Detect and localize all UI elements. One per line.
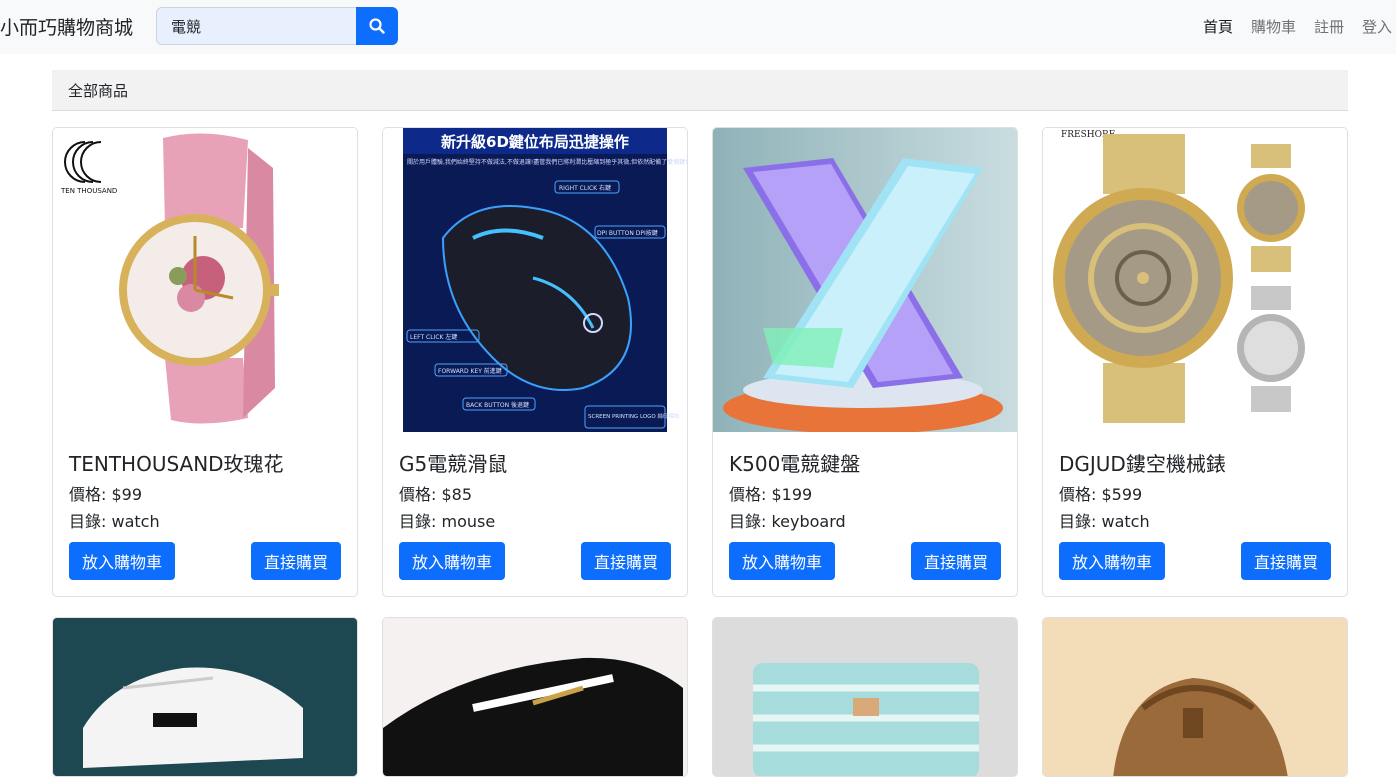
product-name[interactable]: DGJUD鏤空機械錶 xyxy=(1059,448,1226,477)
product-image[interactable] xyxy=(713,128,1017,432)
nav-links: 首頁 購物車 註冊 登入 xyxy=(1203,16,1392,37)
product-name[interactable]: G5電競滑鼠 xyxy=(399,448,507,477)
svg-text:FORWARD KEY 前進鍵: FORWARD KEY 前進鍵 xyxy=(438,367,502,375)
product-category: 目錄: mouse xyxy=(399,512,496,531)
product-category: 目錄: watch xyxy=(69,512,160,531)
add-to-cart-button[interactable]: 放入購物車 xyxy=(729,542,836,580)
nav-link-register[interactable]: 註冊 xyxy=(1314,16,1344,37)
svg-text:關於用戶體驗,我們始終堅持不做減法,不做退讓!盡管我們已將利: 關於用戶體驗,我們始終堅持不做減法,不做退讓!盡管我們已將利潤比壓縮到極乎其微,… xyxy=(407,158,687,166)
product-card: K500電競鍵盤 價格: $199 目錄: keyboard 放入購物車 直接購… xyxy=(712,127,1018,597)
product-card xyxy=(1042,617,1348,777)
nav-link-home[interactable]: 首頁 xyxy=(1203,16,1233,37)
search-icon xyxy=(369,18,385,34)
product-image[interactable] xyxy=(53,618,357,776)
add-to-cart-button[interactable]: 放入購物車 xyxy=(69,542,176,580)
svg-text:LEFT CLICK 左鍵: LEFT CLICK 左鍵 xyxy=(410,333,457,341)
buy-now-button[interactable]: 直接購買 xyxy=(910,542,1001,580)
add-to-cart-button[interactable]: 放入購物車 xyxy=(399,542,506,580)
brand-logo[interactable]: 小而巧購物商城 xyxy=(0,13,133,40)
product-name[interactable]: K500電競鍵盤 xyxy=(729,448,860,477)
product-image[interactable]: TEN THOUSAND xyxy=(53,128,357,432)
product-card xyxy=(382,617,688,777)
category-header: 全部商品 xyxy=(52,70,1348,111)
svg-text:新升級6D鍵位布局迅捷操作: 新升級6D鍵位布局迅捷操作 xyxy=(441,133,629,151)
product-category: 目錄: watch xyxy=(1059,512,1150,531)
product-price: 價格: $599 xyxy=(1059,485,1143,504)
product-image[interactable] xyxy=(383,618,687,776)
product-price: 價格: $85 xyxy=(399,485,473,504)
product-name[interactable]: TENTHOUSAND玫瑰花 xyxy=(69,448,284,477)
svg-text:BACK BUTTON 後退鍵: BACK BUTTON 後退鍵 xyxy=(466,401,529,409)
add-to-cart-button[interactable]: 放入購物車 xyxy=(1059,542,1166,580)
product-price: 價格: $199 xyxy=(729,485,813,504)
buy-now-button[interactable]: 直接購買 xyxy=(1240,542,1331,580)
product-card xyxy=(712,617,1018,777)
product-category: 目錄: keyboard xyxy=(729,512,846,531)
nav-link-cart[interactable]: 購物車 xyxy=(1251,16,1296,37)
navbar: 小而巧購物商城 首頁 購物車 註冊 登入 xyxy=(0,0,1396,54)
search-form xyxy=(156,7,398,45)
nav-link-login[interactable]: 登入 xyxy=(1362,16,1392,37)
buy-now-button[interactable]: 直接購買 xyxy=(250,542,341,580)
svg-text:TEN THOUSAND: TEN THOUSAND xyxy=(60,187,117,195)
svg-text:RIGHT CLICK 右鍵: RIGHT CLICK 右鍵 xyxy=(559,184,611,192)
product-image[interactable] xyxy=(713,618,1017,776)
product-image[interactable] xyxy=(1043,618,1347,776)
svg-text:DPI BUTTON DPI按鍵: DPI BUTTON DPI按鍵 xyxy=(597,229,658,237)
buy-now-button[interactable]: 直接購買 xyxy=(580,542,671,580)
svg-text:SCREEN PRINTING LOGO 絲印標誌: SCREEN PRINTING LOGO 絲印標誌 xyxy=(588,412,680,420)
product-card: TEN THOUSAND TENTHOUSAND玫瑰花 價格: $99 目錄: … xyxy=(52,127,358,597)
product-image[interactable]: FRESHORE xyxy=(1043,128,1347,432)
product-image[interactable]: 新升級6D鍵位布局迅捷操作 關於用戶體驗,我們始終堅持不做減法,不做退讓!盡管我… xyxy=(383,128,687,432)
search-input[interactable] xyxy=(156,7,356,45)
product-card: 新升級6D鍵位布局迅捷操作 關於用戶體驗,我們始終堅持不做減法,不做退讓!盡管我… xyxy=(382,127,688,597)
product-card xyxy=(52,617,358,777)
product-card: FRESHORE DGJUD鏤空機械錶 價格: $599 目錄: watch 放… xyxy=(1042,127,1348,597)
category-title: 全部商品 xyxy=(68,82,129,100)
search-button[interactable] xyxy=(356,7,398,45)
product-price: 價格: $99 xyxy=(69,485,143,504)
